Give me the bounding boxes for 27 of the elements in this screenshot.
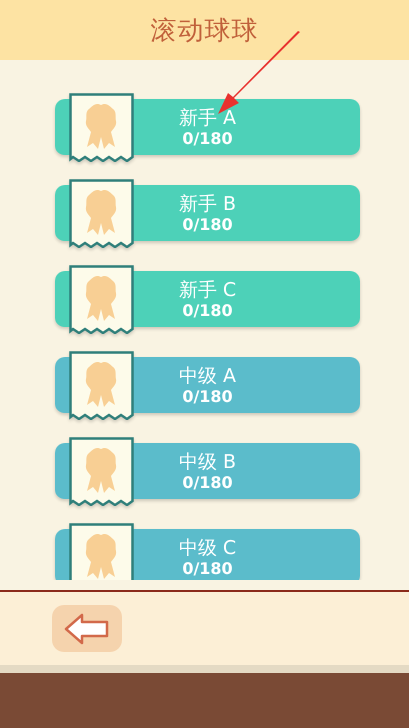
page-title: 滚动球球	[150, 14, 258, 48]
level-progress: 0/180	[182, 386, 233, 406]
level-card[interactable]: 中级 C 0/180	[55, 523, 360, 580]
level-name: 新手 A	[178, 106, 236, 128]
level-progress: 0/180	[182, 472, 233, 492]
ribbon-badge-icon	[69, 523, 134, 580]
ribbon-badge-icon	[69, 351, 134, 420]
ribbon-badge-icon	[69, 93, 134, 162]
ribbon-badge-icon	[69, 179, 134, 248]
level-name: 中级 B	[178, 450, 236, 472]
level-card[interactable]: 新手 B 0/180	[55, 179, 360, 248]
level-card[interactable]: 新手 C 0/180	[55, 265, 360, 334]
level-name: 中级 A	[178, 364, 236, 386]
level-card[interactable]: 中级 A 0/180	[55, 351, 360, 420]
level-card[interactable]: 中级 B 0/180	[55, 437, 360, 506]
level-name: 新手 B	[178, 192, 236, 214]
ribbon-badge-icon	[69, 265, 134, 334]
ribbon-badge-icon	[69, 437, 134, 506]
level-card[interactable]: 新手 A 0/180	[55, 93, 360, 162]
back-arrow-icon	[64, 612, 110, 644]
level-progress: 0/180	[182, 128, 233, 148]
level-name: 新手 C	[178, 278, 236, 300]
level-progress: 0/180	[182, 214, 233, 234]
level-progress: 0/180	[182, 558, 233, 578]
level-name: 中级 C	[178, 536, 236, 558]
level-progress: 0/180	[182, 300, 233, 320]
back-button[interactable]	[52, 605, 122, 652]
